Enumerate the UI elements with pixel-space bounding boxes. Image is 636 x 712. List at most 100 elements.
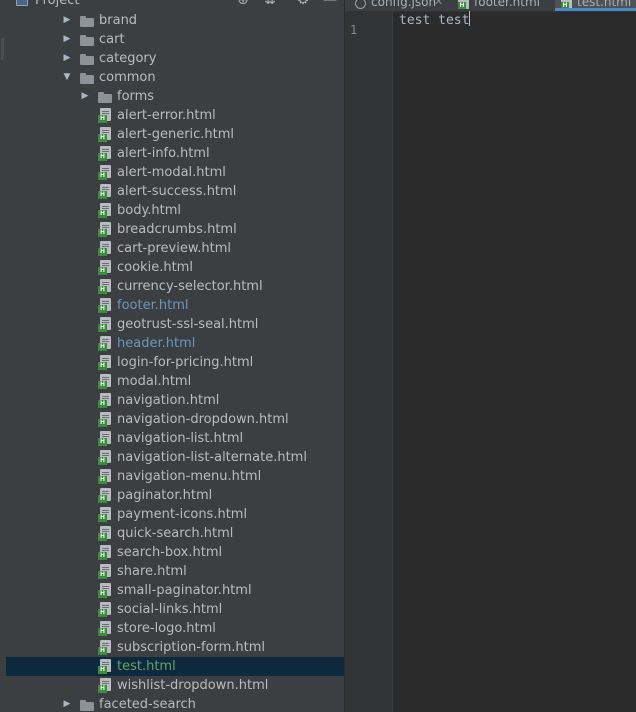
tree-file-row[interactable]: Hcurrency-selector.html — [6, 277, 344, 296]
tree-file-row[interactable]: Hfooter.html — [6, 296, 344, 315]
tree-item-label: social-links.html — [117, 602, 223, 617]
tree-folder-row[interactable]: ▶ cart — [6, 30, 344, 49]
gear-icon[interactable]: ⚙ — [295, 0, 311, 8]
tree-file-row[interactable]: Halert-generic.html — [6, 125, 344, 144]
html-file-icon: H — [98, 412, 112, 427]
tree-file-row[interactable]: Hsearch-box.html — [6, 543, 344, 562]
chevron-right-icon[interactable]: ▶ — [62, 11, 72, 30]
tree-file-row[interactable]: Hsocial-links.html — [6, 600, 344, 619]
tree-item-label: currency-selector.html — [117, 279, 263, 294]
tree-folder-row[interactable]: ▶ forms — [6, 87, 344, 106]
project-panel-title[interactable]: Project — [35, 0, 79, 8]
folder-icon — [80, 700, 94, 711]
chevron-right-icon[interactable]: ▶ — [62, 30, 72, 49]
tree-folder-row[interactable]: ▶ category — [6, 49, 344, 68]
html-file-icon: H — [98, 165, 112, 180]
tree-folder-row[interactable]: ▶ faceted-search — [6, 695, 344, 712]
tree-file-row[interactable]: Hlogin-for-pricing.html — [6, 353, 344, 372]
tree-file-row[interactable]: Hcart-preview.html — [6, 239, 344, 258]
editor-tab-label: test.html — [577, 0, 632, 9]
tree-item-label: category — [99, 51, 157, 66]
tree-file-row[interactable]: Hsmall-paginator.html — [6, 581, 344, 600]
tree-item-label: small-paginator.html — [117, 583, 252, 598]
tree-file-row[interactable]: Hnavigation-list.html — [6, 429, 344, 448]
html-file-icon: H — [98, 564, 112, 579]
tree-file-row[interactable]: Hheader.html — [6, 334, 344, 353]
chevron-right-icon[interactable]: ▶ — [80, 87, 90, 106]
html-file-icon — [561, 0, 572, 9]
tree-file-row[interactable]: Halert-info.html — [6, 144, 344, 163]
tree-file-row[interactable]: Halert-error.html — [6, 106, 344, 125]
tree-folder-row[interactable]: ▼ common — [6, 68, 344, 87]
project-panel: Project ⊕ ⇊ ⚙ — ▶ brand ▶ cart ▶ category ▼ com… — [6, 0, 344, 712]
chevron-down-icon[interactable]: ▼ — [62, 68, 72, 87]
editor-tab[interactable]: footer.html — [452, 0, 544, 11]
tree-file-row[interactable]: Hmodal.html — [6, 372, 344, 391]
chevron-right-icon[interactable]: ▶ — [62, 695, 72, 712]
chevron-right-icon[interactable]: ▶ — [62, 49, 72, 68]
tree-folder-row[interactable]: ▶ brand — [6, 11, 344, 30]
tree-item-label: cart-preview.html — [117, 241, 232, 256]
tree-file-row[interactable]: Hshare.html — [6, 562, 344, 581]
tree-file-row[interactable]: Htest.html — [6, 657, 344, 676]
close-tab-icon[interactable]: ✕ — [434, 0, 443, 11]
tree-file-row[interactable]: Hnavigation-list-alternate.html — [6, 448, 344, 467]
html-file-icon: H — [98, 108, 112, 123]
tree-item-label: geotrust-ssl-seal.html — [117, 317, 259, 332]
html-file-icon: H — [98, 279, 112, 294]
editor-tab[interactable]: config.json ✕ — [349, 0, 445, 11]
tree-file-row[interactable]: Halert-modal.html — [6, 163, 344, 182]
tree-item-label: alert-generic.html — [117, 127, 235, 142]
code-line[interactable]: test test — [399, 11, 471, 28]
tree-item-label: share.html — [117, 564, 187, 579]
tree-item-label: navigation-list-alternate.html — [117, 450, 307, 465]
html-file-icon: H — [98, 355, 112, 370]
project-panel-header: Project ⊕ ⇊ ⚙ — — [6, 0, 344, 11]
html-file-icon: H — [98, 146, 112, 161]
tree-file-row[interactable]: Hbreadcrumbs.html — [6, 220, 344, 239]
tree-file-row[interactable]: Hgeotrust-ssl-seal.html — [6, 315, 344, 334]
tree-item-label: brand — [99, 13, 138, 28]
tree-item-label: alert-success.html — [117, 184, 237, 199]
tree-file-row[interactable]: Hwishlist-dropdown.html — [6, 676, 344, 695]
project-tree: ▶ brand ▶ cart ▶ category ▼ common ▶ forms Halert-… — [6, 11, 344, 712]
tree-file-row[interactable]: Hpayment-icons.html — [6, 505, 344, 524]
editor-gutter: 1 — [345, 11, 393, 712]
tree-item-label: footer.html — [117, 298, 189, 313]
text-caret — [469, 11, 471, 26]
collapse-all-icon[interactable]: ⇊ — [262, 0, 278, 8]
tree-file-row[interactable]: Hbody.html — [6, 201, 344, 220]
project-tool-button[interactable] — [1, 38, 4, 60]
tree-file-row[interactable]: Halert-success.html — [6, 182, 344, 201]
tree-file-row[interactable]: Hnavigation-dropdown.html — [6, 410, 344, 429]
tree-item-label: faceted-search — [99, 697, 196, 712]
html-file-icon: H — [98, 659, 112, 674]
tree-item-label: cookie.html — [117, 260, 193, 275]
html-file-icon: H — [98, 621, 112, 636]
folder-icon — [80, 73, 94, 84]
html-file-icon: H — [98, 298, 112, 313]
html-file-icon: H — [98, 374, 112, 389]
code-text[interactable]: test test — [399, 13, 469, 28]
tree-item-label: breadcrumbs.html — [117, 222, 237, 237]
editor-tab[interactable]: test.html — [555, 0, 636, 11]
html-file-icon: H — [98, 507, 112, 522]
tree-item-label: paginator.html — [117, 488, 213, 503]
tree-file-row[interactable]: Hsubscription-form.html — [6, 638, 344, 657]
tree-item-label: navigation.html — [117, 393, 220, 408]
tree-file-row[interactable]: Hstore-logo.html — [6, 619, 344, 638]
html-file-icon: H — [98, 602, 112, 617]
tree-item-label: common — [99, 70, 156, 85]
html-file-icon: H — [98, 241, 112, 256]
tree-file-row[interactable]: Hcookie.html — [6, 258, 344, 277]
tree-file-row[interactable]: Hnavigation.html — [6, 391, 344, 410]
html-file-icon: H — [98, 526, 112, 541]
tree-item-label: payment-icons.html — [117, 507, 248, 522]
tree-file-row[interactable]: Hpaginator.html — [6, 486, 344, 505]
editor-area: config.json✕ footer.html test.html 1 test … — [345, 0, 636, 712]
tree-item-label: search-box.html — [117, 545, 223, 560]
tree-file-row[interactable]: Hquick-search.html — [6, 524, 344, 543]
globe-icon[interactable]: ⊕ — [235, 0, 251, 8]
minimize-icon[interactable]: — — [322, 0, 338, 8]
tree-file-row[interactable]: Hnavigation-menu.html — [6, 467, 344, 486]
